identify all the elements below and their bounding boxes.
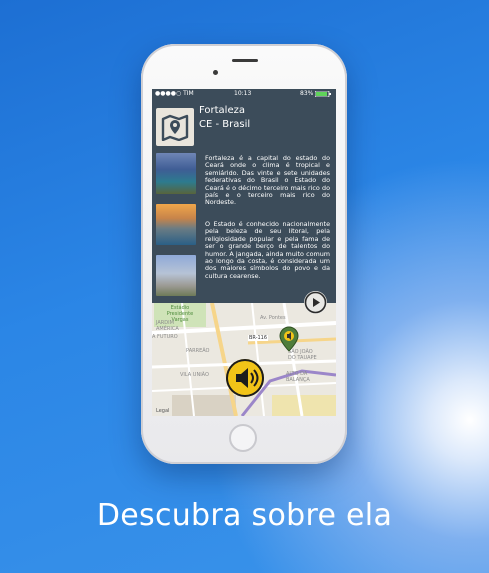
map-label-futuro: A FUTURO [152,334,178,340]
clock-label: 10:13 [234,90,252,97]
home-button[interactable] [229,424,257,452]
mosque-photo[interactable] [156,153,196,194]
map-label-jardim: JARDIM AMÉRICA [156,320,179,332]
map-label-parreao: PARREÃO [186,348,210,354]
state-name: CE - Brasil [199,119,251,130]
map-label-av: Av. Pontes [260,315,286,321]
map-tile [156,108,194,146]
map-label-alto: ALTO DA BALANÇA [286,371,310,383]
city-name: Fortaleza [199,105,245,116]
play-button[interactable] [304,291,327,314]
description-paragraph-2: O Estado é conhecido nacionalmente pela … [205,220,330,280]
app-screen: ●●●●○ TIM 10:13 83% Fortaleza CE - Brasi… [152,89,336,416]
coast-photo[interactable] [156,204,196,245]
speaker-icon [236,368,259,388]
battery-icon [315,91,331,97]
battery-label: 83% [300,90,314,97]
map-pin-icon [161,114,189,141]
monument-photo[interactable] [156,255,196,296]
status-bar: ●●●●○ TIM 10:13 83% [152,89,336,99]
location-pin-icon[interactable] [279,326,299,352]
promo-caption: Descubra sobre ela [96,498,393,533]
map-legal-link[interactable]: Legal [156,408,169,414]
audio-guide-button[interactable] [226,359,264,397]
carrier-label: ●●●●○ TIM [155,90,194,97]
map-label-br116: BR-116 [248,335,269,341]
description-paragraph-1: Fortaleza é a capital do estado do Ceará… [205,154,330,207]
play-icon [304,291,327,314]
map-label-vila: VILA UNIÃO [180,372,209,378]
phone-speaker [232,59,258,62]
phone-camera [213,70,218,75]
